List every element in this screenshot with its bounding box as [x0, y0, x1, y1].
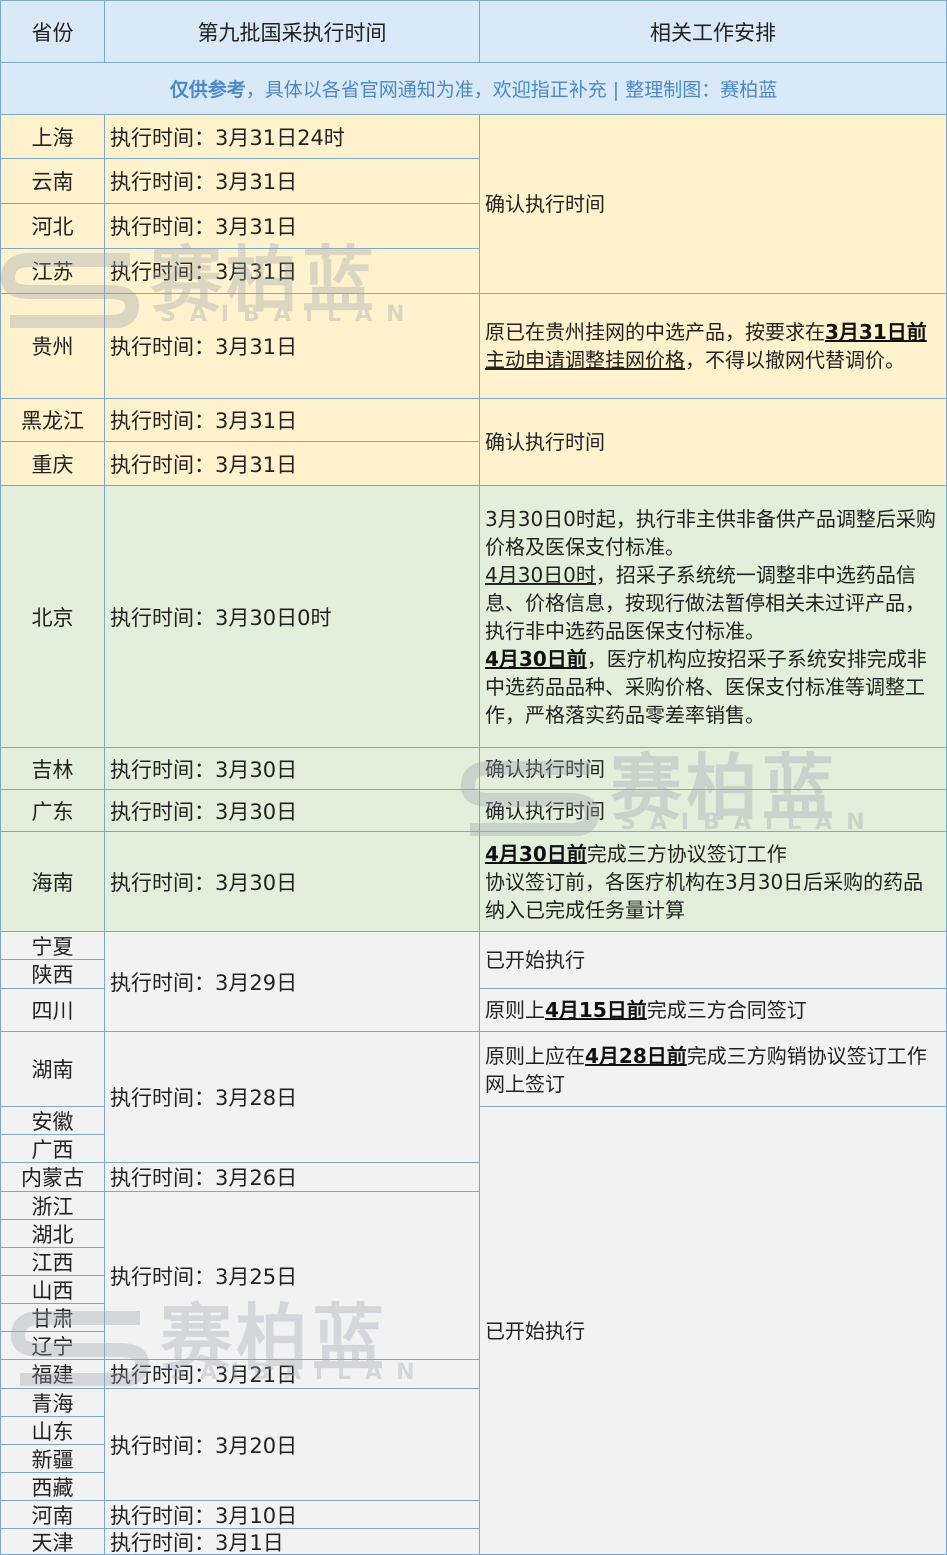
execution-time-cell: 执行时间：3月30日	[105, 790, 480, 832]
province-cell: 青海	[0, 1389, 105, 1417]
work-arrangement-cell: 确认执行时间	[480, 115, 947, 294]
time-header: 第九批国采执行时间	[105, 0, 480, 63]
execution-time-cell: 执行时间：3月31日	[105, 442, 480, 486]
province-cell: 云南	[0, 159, 105, 204]
work-arrangement-cell: 3月30日0时起，执行非主供非备供产品调整后采购价格及医保支付标准。 4月30日0…	[480, 486, 947, 748]
province-cell: 贵州	[0, 294, 105, 399]
text-segment: 已开始执行	[485, 1318, 585, 1343]
deadline-highlight: 3月31日前	[825, 320, 927, 344]
text-segment: 原则上	[485, 998, 545, 1022]
execution-time-cell: 执行时间：3月30日	[105, 748, 480, 790]
work-arrangement-cell: 原已在贵州挂网的中选产品，按要求在3月31日前主动申请调整挂网价格，不得以撤网代…	[480, 294, 947, 399]
deadline-highlight: 4月15日前	[545, 998, 647, 1022]
note-emphasis: 仅供参考	[169, 79, 246, 101]
province-cell: 四川	[0, 989, 105, 1032]
note-row: 仅供参考 ，具体以各省官网通知为准，欢迎指正补充 | 整理制图：赛柏蓝	[0, 63, 947, 115]
province-cell: 内蒙古	[0, 1163, 105, 1192]
province-cell: 湖北	[0, 1220, 105, 1248]
province-header-label: 省份	[31, 20, 74, 45]
text-segment: 3月30日0时起，执行非主供非备供产品调整后采购价格及医保支付标准。	[485, 506, 936, 559]
work-arrangement-cell: 原则上应在4月28日前完成三方购销协议签订工作网上签订	[480, 1032, 947, 1107]
execution-time-cell: 执行时间：3月31日	[105, 294, 480, 399]
province-cell: 天津	[0, 1529, 105, 1555]
work-header: 相关工作安排	[480, 0, 947, 63]
text-segment: 协议签订前，各医疗机构在3月30日后采购的药品纳入已完成任务量计算	[485, 869, 924, 922]
work-arrangement-cell: 4月30日前完成三方协议签订工作协议签订前，各医疗机构在3月30日后采购的药品纳…	[480, 832, 947, 932]
province-cell: 安徽	[0, 1107, 105, 1135]
execution-time-cell: 执行时间：3月1日	[105, 1529, 480, 1555]
execution-time-cell: 执行时间：3月21日	[105, 1360, 480, 1389]
province-cell: 江西	[0, 1248, 105, 1276]
execution-time-cell: 执行时间：3月30日	[105, 832, 480, 932]
province-cell: 广东	[0, 790, 105, 832]
work-header-label: 相关工作安排	[650, 20, 776, 45]
text-segment: 原已在贵州挂网的中选产品，按要求在	[485, 320, 825, 344]
text-segment: 确认执行时间	[485, 756, 605, 781]
province-cell: 西藏	[0, 1473, 105, 1501]
text-segment: 已开始执行	[485, 948, 585, 972]
execution-time-cell: 执行时间：3月31日	[105, 159, 480, 204]
province-cell: 广西	[0, 1135, 105, 1163]
province-cell: 宁夏	[0, 932, 105, 960]
province-cell: 湖南	[0, 1032, 105, 1107]
text-segment: 确认执行时间	[485, 798, 605, 823]
province-cell: 山西	[0, 1276, 105, 1304]
execution-time-cell: 执行时间：3月20日	[105, 1389, 480, 1501]
text-segment: 完成三方协议签订工作	[586, 841, 787, 866]
province-cell: 浙江	[0, 1192, 105, 1220]
execution-time-cell: 执行时间：3月31日	[105, 399, 480, 442]
province-header: 省份	[0, 0, 105, 63]
province-cell: 河南	[0, 1501, 105, 1529]
province-cell: 上海	[0, 115, 105, 159]
province-cell: 新疆	[0, 1445, 105, 1473]
text-segment: 确认执行时间	[485, 192, 605, 216]
work-arrangement-cell: 已开始执行	[480, 1107, 947, 1555]
province-cell: 江苏	[0, 249, 105, 294]
work-arrangement-cell: 原则上4月15日前完成三方合同签订	[480, 989, 947, 1032]
province-cell: 黑龙江	[0, 399, 105, 442]
execution-time-cell: 执行时间：3月28日	[105, 1032, 480, 1163]
text-segment: 原则上应在	[485, 1044, 585, 1068]
deadline-highlight: 4月28日前	[585, 1044, 687, 1068]
execution-time-cell: 执行时间：3月26日	[105, 1163, 480, 1192]
text-segment: ，不得以撤网代替调价。	[685, 348, 905, 372]
execution-time-cell: 执行时间：3月31日	[105, 249, 480, 294]
province-cell: 陕西	[0, 960, 105, 989]
work-arrangement-cell: 已开始执行	[480, 932, 947, 989]
province-cell: 吉林	[0, 748, 105, 790]
text-segment: 完成三方合同签订	[646, 998, 807, 1022]
province-cell: 重庆	[0, 442, 105, 486]
province-cell: 辽宁	[0, 1332, 105, 1360]
execution-time-cell: 执行时间：3月10日	[105, 1501, 480, 1529]
province-cell: 山东	[0, 1417, 105, 1445]
province-cell: 海南	[0, 832, 105, 932]
schedule-table: 省份 第九批国采执行时间 相关工作安排仅供参考 ，具体以各省官网通知为准，欢迎指正补充…	[0, 0, 947, 1555]
deadline-highlight: 4月30日前	[485, 841, 587, 866]
work-arrangement-cell: 确认执行时间	[480, 399, 947, 486]
province-cell: 北京	[0, 486, 105, 748]
note-text: ，具体以各省官网通知为准，欢迎指正补充 | 整理制图：赛柏蓝	[245, 79, 778, 101]
work-arrangement-cell: 确认执行时间	[480, 790, 947, 832]
execution-time-cell: 执行时间：3月31日	[105, 204, 480, 249]
underlined-text: 主动申请调整挂网价格	[485, 348, 685, 372]
text-segment: 确认执行时间	[485, 430, 605, 454]
execution-time-cell: 执行时间：3月30日0时	[105, 486, 480, 748]
work-arrangement-cell: 确认执行时间	[480, 748, 947, 790]
execution-time-cell: 执行时间：3月31日24时	[105, 115, 480, 159]
underlined-text: 4月30日0时	[485, 562, 596, 587]
province-cell: 福建	[0, 1360, 105, 1389]
execution-time-cell: 执行时间：3月29日	[105, 932, 480, 1032]
deadline-highlight: 4月30日前	[485, 646, 587, 671]
time-header-label: 第九批国采执行时间	[197, 20, 387, 45]
province-cell: 甘肃	[0, 1304, 105, 1332]
province-cell: 河北	[0, 204, 105, 249]
execution-time-cell: 执行时间：3月25日	[105, 1192, 480, 1360]
